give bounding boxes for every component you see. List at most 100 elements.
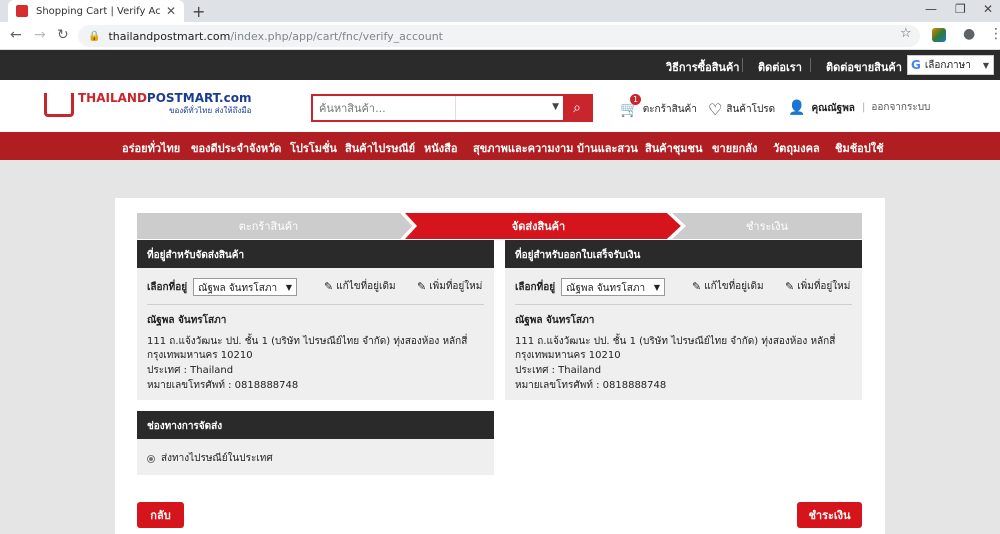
- new-tab-icon[interactable]: +: [192, 2, 205, 21]
- user-account[interactable]: 👤 คุณณัฐพล: [788, 100, 855, 116]
- billing-recipient-name: ณัฐพล จันทรโสภา: [515, 315, 595, 326]
- billing-select-label: เลือกที่อยู่: [515, 281, 556, 293]
- toplink-divider: [742, 58, 743, 72]
- lock-icon: 🔒: [88, 30, 101, 42]
- shipping-address-select[interactable]: ณัฐพล จันทรโสภา ▼: [193, 278, 298, 296]
- search-category-select[interactable]: ▼: [455, 96, 563, 120]
- toplink-divider: [810, 58, 811, 72]
- nav-category[interactable]: อร่อยทั่วไทย: [122, 139, 180, 157]
- billing-edit-label: แก้ไขที่อยู่เดิม: [704, 281, 764, 292]
- add-address-icon: ✎: [417, 280, 427, 293]
- nav-category[interactable]: วัตถุมงคล: [773, 139, 820, 157]
- url-field[interactable]: 🔒 thailandpostmart.com /index.php/app/ca…: [78, 25, 920, 47]
- restore-icon[interactable]: ❐: [955, 2, 966, 16]
- search-icon: ⌕: [573, 100, 581, 116]
- browser-tab[interactable]: Shopping Cart | Verify Account | ✕: [8, 0, 184, 22]
- toplink-contact[interactable]: ติดต่อเรา: [758, 58, 802, 76]
- shipping-address-line2: กรุงเทพมหานคร 10210: [147, 350, 253, 361]
- forward-arrow-icon[interactable]: →: [34, 27, 46, 43]
- search-bar: ▼ ⌕: [311, 94, 593, 122]
- billing-select-value: ณัฐพล จันทรโสภา: [566, 283, 646, 294]
- billing-address-select[interactable]: ณัฐพล จันทรโสภา ▼: [561, 278, 666, 296]
- nav-category[interactable]: สินค้าไปรษณีย์: [345, 139, 415, 157]
- nav-category[interactable]: ชิมช้อปใช้: [835, 139, 884, 157]
- logout-link[interactable]: | ออกจากระบบ: [862, 100, 930, 115]
- shipping-country: ประเทศ : Thailand: [147, 365, 234, 376]
- header-divider: |: [862, 102, 866, 113]
- billing-address-line1: 111 ถ.แจ้งวัฒนะ ปป. ชั้น 1 (บริษัท ไปรษณ…: [515, 336, 836, 347]
- google-icon: G: [911, 58, 921, 72]
- reload-icon[interactable]: ↻: [57, 27, 69, 43]
- site-top-strip: วิธีการซื้อสินค้า ติดต่อเรา ติดต่อขายสิน…: [0, 50, 1000, 80]
- bookmark-star-icon[interactable]: ☆: [900, 26, 912, 41]
- chevron-down-icon: ▼: [285, 283, 293, 292]
- logo-text-blue: POSTMART.com: [146, 91, 252, 105]
- wishlist-label: สินค้าโปรด: [726, 104, 776, 115]
- site-logo[interactable]: THAILANDPOSTMART.com ของดีทั่วไทย ส่งให้…: [44, 92, 251, 117]
- chevron-down-icon: ▼: [552, 102, 559, 112]
- delivery-option-domestic[interactable]: ส่งทางไปรษณีย์ในประเทศ: [147, 451, 273, 466]
- back-arrow-icon[interactable]: ←: [10, 27, 22, 43]
- close-tab-icon[interactable]: ✕: [166, 4, 176, 18]
- step-cart: ตะกร้าสินค้า: [238, 220, 299, 233]
- logo-tagline: ของดีทั่วไทย ส่งให้ถึงมือ: [169, 106, 252, 115]
- toplink-how-to-buy[interactable]: วิธีการซื้อสินค้า: [666, 58, 739, 76]
- shipping-select-value: ณัฐพล จันทรโสภา: [198, 283, 278, 294]
- extension-icon[interactable]: [932, 28, 946, 42]
- shipping-select-row: เลือกที่อยู่ ณัฐพล จันทรโสภา ▼: [147, 278, 298, 296]
- nav-category[interactable]: สุขภาพและความงาม: [473, 139, 573, 157]
- billing-card-title: ที่อยู่สำหรับออกใบเสร็จรับเงิน: [505, 240, 862, 268]
- chevron-down-icon: ▼: [653, 283, 661, 292]
- edit-icon: ✎: [692, 280, 702, 293]
- wishlist-link[interactable]: ♡ สินค้าโปรด: [708, 100, 775, 119]
- billing-phone: หมายเลขโทรศัพท์ : 0818888748: [515, 380, 667, 391]
- billing-edit-address[interactable]: ✎ แก้ไขที่อยู่เดิม: [692, 279, 764, 294]
- site-header: THAILANDPOSTMART.com ของดีทั่วไทย ส่งให้…: [0, 80, 1000, 132]
- address-bar: ← → ↻ 🔒 thailandpostmart.com /index.php/…: [0, 22, 1000, 50]
- nav-category[interactable]: สินค้าชุมชน: [645, 139, 702, 157]
- menu-kebab-icon[interactable]: ⋮: [989, 26, 1000, 42]
- nav-category[interactable]: โปรโมชั่น: [290, 139, 337, 157]
- billing-address-line2: กรุงเทพมหานคร 10210: [515, 350, 621, 361]
- nav-category[interactable]: บ้านและสวน: [577, 139, 638, 157]
- radio-selected-icon[interactable]: [147, 454, 155, 463]
- shipping-card-title: ที่อยู่สำหรับจัดส่งสินค้า: [137, 240, 494, 268]
- close-window-icon[interactable]: ✕: [983, 2, 993, 16]
- cart-count-badge: 1: [630, 94, 641, 105]
- step-payment: ชำระเงิน: [745, 220, 789, 233]
- shipping-select-label: เลือกที่อยู่: [147, 281, 188, 293]
- logout-label: ออกจากระบบ: [871, 102, 931, 113]
- browser-tab-bar: Shopping Cart | Verify Account | ✕ + — ❐…: [0, 0, 1000, 22]
- cart-logo-icon: [44, 92, 74, 117]
- billing-divider: [515, 304, 852, 305]
- url-path: /index.php/app/cart/fnc/verify_account: [230, 29, 443, 43]
- back-button[interactable]: กลับ: [137, 502, 184, 528]
- search-input[interactable]: [313, 96, 455, 120]
- pay-button[interactable]: ชำระเงิน: [797, 502, 862, 528]
- billing-add-label: เพิ่มที่อยู่ใหม่: [797, 281, 851, 292]
- edit-icon: ✎: [324, 280, 334, 293]
- language-select[interactable]: G เลือกภาษา ▼: [907, 55, 994, 75]
- chevron-down-icon: ▼: [982, 60, 989, 70]
- toplink-sell[interactable]: ติดต่อขายสินค้า: [826, 58, 902, 76]
- user-name: คุณณัฐพล: [811, 102, 855, 114]
- billing-select-row: เลือกที่อยู่ ณัฐพล จันทรโสภา ▼: [515, 278, 666, 296]
- delivery-card-title: ช่องทางการจัดส่ง: [137, 411, 494, 439]
- shipping-edit-label: แก้ไขที่อยู่เดิม: [336, 281, 396, 292]
- tab-title: Shopping Cart | Verify Account |: [36, 5, 160, 17]
- billing-country: ประเทศ : Thailand: [515, 365, 602, 376]
- heart-icon: ♡: [708, 100, 723, 119]
- nav-category[interactable]: หนังสือ: [424, 139, 457, 157]
- shipping-add-address[interactable]: ✎ เพิ่มที่อยู่ใหม่: [417, 279, 482, 294]
- search-button[interactable]: ⌕: [563, 96, 591, 120]
- user-icon: 👤: [788, 100, 806, 116]
- logo-text-red: THAILAND: [78, 91, 147, 105]
- shipping-address-line1: 111 ถ.แจ้งวัฒนะ ปป. ชั้น 1 (บริษัท ไปรษณ…: [147, 336, 468, 347]
- minimize-icon[interactable]: —: [925, 2, 937, 16]
- shipping-add-label: เพิ่มที่อยู่ใหม่: [429, 281, 483, 292]
- nav-category[interactable]: ของดีประจำจังหวัด: [191, 139, 281, 157]
- billing-add-address[interactable]: ✎ เพิ่มที่อยู่ใหม่: [785, 279, 850, 294]
- shipping-edit-address[interactable]: ✎ แก้ไขที่อยู่เดิม: [324, 279, 396, 294]
- nav-category[interactable]: ขายยกลัง: [712, 139, 757, 157]
- profile-icon[interactable]: ●: [963, 26, 975, 42]
